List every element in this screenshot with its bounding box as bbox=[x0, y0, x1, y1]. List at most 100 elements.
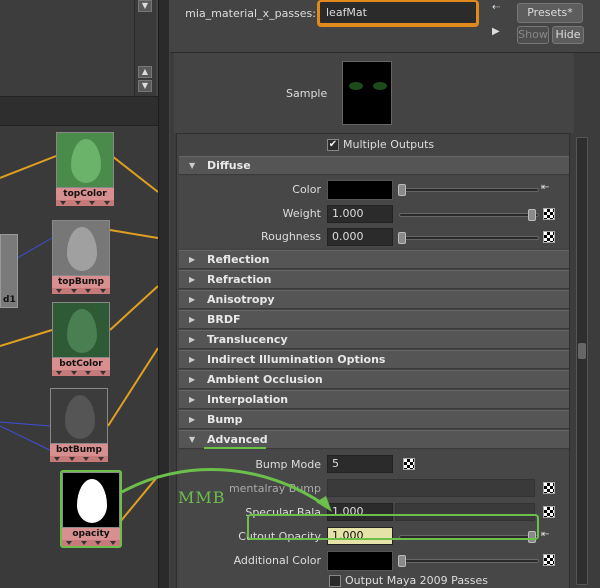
section-title: Reflection bbox=[207, 253, 270, 266]
cutout-opacity-label: Cutout Opacity bbox=[238, 530, 321, 543]
section-ambient-occlusion[interactable]: ▶ Ambient Occlusion bbox=[179, 370, 569, 389]
weight-field[interactable]: 1.000 bbox=[327, 205, 393, 223]
leaf-icon bbox=[77, 479, 107, 523]
weight-label: Weight bbox=[282, 207, 321, 220]
map-button-icon[interactable] bbox=[403, 458, 415, 470]
slider-handle[interactable] bbox=[528, 209, 536, 221]
specular-balance-field[interactable]: 1.000 bbox=[327, 503, 393, 521]
color-swatch[interactable] bbox=[327, 180, 393, 200]
color-slider[interactable] bbox=[398, 184, 539, 196]
map-button-icon[interactable] bbox=[543, 554, 555, 566]
expand-arrow-icon: ▶ bbox=[189, 315, 196, 324]
section-title: Bump bbox=[207, 413, 243, 426]
map-button-icon[interactable] bbox=[543, 506, 555, 518]
hypershade-graph[interactable]: ▼ ▲ ▼ d1 topColor topBump botColor botBu… bbox=[0, 0, 158, 588]
node-ports[interactable] bbox=[50, 456, 108, 462]
bump-mode-field[interactable]: 5 bbox=[327, 455, 393, 473]
slider-handle[interactable] bbox=[528, 531, 536, 543]
graph-divider bbox=[0, 96, 158, 126]
cutout-opacity-field[interactable]: 1.000 bbox=[327, 527, 393, 545]
section-interpolation[interactable]: ▶ Interpolation bbox=[179, 390, 569, 409]
sample-label: Sample bbox=[286, 87, 328, 100]
panel-splitter[interactable] bbox=[158, 0, 170, 588]
show-button[interactable]: Show bbox=[517, 26, 549, 44]
specular-balance-slot[interactable] bbox=[395, 503, 535, 521]
collapse-arrow-icon: ▼ bbox=[189, 435, 196, 444]
section-title: BRDF bbox=[207, 313, 241, 326]
expand-arrow-icon: ▶ bbox=[189, 395, 196, 404]
map-button-icon[interactable] bbox=[543, 208, 555, 220]
node-ports[interactable] bbox=[52, 288, 110, 294]
section-brdf[interactable]: ▶ BRDF bbox=[179, 310, 569, 329]
slider-handle[interactable] bbox=[398, 555, 406, 567]
node-ports[interactable] bbox=[52, 370, 110, 376]
graph-node-topcolor[interactable]: topColor bbox=[56, 132, 114, 206]
expand-arrow-icon: ▶ bbox=[189, 375, 196, 384]
section-title: Refraction bbox=[207, 273, 272, 286]
section-advanced[interactable]: ▼ Advanced bbox=[179, 430, 569, 449]
scrollbar-grip[interactable] bbox=[578, 343, 586, 359]
slider-handle[interactable] bbox=[398, 232, 406, 244]
multiple-outputs-row: ✔ Multiple Outputs bbox=[177, 134, 571, 156]
roughness-field[interactable]: 0.000 bbox=[327, 228, 393, 246]
attribute-editor: mia_material_x_passes: leafMat ⇠ ▶ Prese… bbox=[170, 0, 600, 588]
focus-icon[interactable]: ⇠ bbox=[492, 2, 504, 14]
additional-color-swatch[interactable] bbox=[327, 551, 393, 571]
attribute-sections: ✔ Multiple Outputs ▼ Diffuse Color ⇤ Wei… bbox=[176, 133, 570, 588]
section-translucency[interactable]: ▶ Translucency bbox=[179, 330, 569, 349]
graph-node-botbump[interactable]: botBump bbox=[50, 388, 108, 462]
node-label: botBump bbox=[50, 444, 108, 456]
mmb-annotation: MMB bbox=[178, 488, 226, 507]
multiple-outputs-checkbox[interactable]: ✔ bbox=[327, 139, 339, 151]
node-ports[interactable] bbox=[62, 540, 120, 546]
section-bump[interactable]: ▶ Bump bbox=[179, 410, 569, 429]
graph-node-botcolor[interactable]: botColor bbox=[52, 302, 110, 376]
node-thumbnail bbox=[52, 302, 110, 358]
graph-canvas[interactable]: d1 topColor topBump botColor botBump opa… bbox=[0, 126, 158, 588]
scroll-up-button[interactable]: ▲ bbox=[138, 66, 152, 78]
map-button-icon[interactable] bbox=[543, 482, 555, 494]
section-indirect-illumination[interactable]: ▶ Indirect Illumination Options bbox=[179, 350, 569, 369]
map-connect-icon[interactable]: ⇤ bbox=[541, 182, 555, 194]
section-diffuse[interactable]: ▼ Diffuse bbox=[179, 156, 569, 175]
graph-node-topbump[interactable]: topBump bbox=[52, 220, 110, 294]
slider-handle[interactable] bbox=[398, 184, 406, 196]
additional-color-slider[interactable] bbox=[398, 555, 539, 567]
node-ports[interactable] bbox=[56, 200, 114, 206]
weight-slider[interactable] bbox=[399, 209, 539, 221]
multiple-outputs-label: Multiple Outputs bbox=[343, 138, 435, 151]
section-refraction[interactable]: ▶ Refraction bbox=[179, 270, 569, 289]
bump-mode-label: Bump Mode bbox=[255, 458, 321, 471]
roughness-slider[interactable] bbox=[398, 232, 539, 244]
node-label: opacity bbox=[62, 528, 120, 540]
node-label: botColor bbox=[52, 358, 110, 370]
presets-button[interactable]: Presets* bbox=[517, 3, 583, 23]
section-reflection[interactable]: ▶ Reflection bbox=[179, 250, 569, 269]
section-title: Advanced bbox=[207, 433, 268, 446]
go-to-output-icon[interactable]: ▶ bbox=[492, 26, 504, 38]
map-button-icon[interactable] bbox=[543, 231, 555, 243]
scroll-down-button[interactable]: ▼ bbox=[138, 80, 152, 92]
node-name-field[interactable]: leafMat bbox=[318, 0, 478, 25]
scrollbar-track[interactable] bbox=[576, 137, 588, 585]
section-anisotropy[interactable]: ▶ Anisotropy bbox=[179, 290, 569, 309]
scroll-down-button[interactable]: ▼ bbox=[138, 0, 152, 12]
cutout-opacity-slider[interactable] bbox=[399, 531, 539, 543]
leaf-icon bbox=[71, 139, 101, 183]
map-connect-icon[interactable]: ⇤ bbox=[541, 529, 555, 541]
leaf-icon bbox=[67, 227, 97, 271]
ae-scroll-area[interactable]: Sample ✔ Multiple Outputs ▼ Diffuse Colo… bbox=[170, 52, 600, 588]
partial-node[interactable]: d1 bbox=[0, 234, 18, 308]
node-type-label: mia_material_x_passes: bbox=[185, 7, 316, 20]
node-thumbnail bbox=[56, 132, 114, 188]
mentalray-bump-field[interactable] bbox=[327, 479, 535, 497]
hide-button[interactable]: Hide bbox=[552, 26, 584, 44]
node-thumbnail bbox=[52, 220, 110, 276]
graph-top-scrollbar[interactable]: ▼ ▲ ▼ bbox=[134, 0, 156, 96]
node-thumbnail bbox=[62, 472, 120, 528]
output-maya-checkbox[interactable] bbox=[329, 575, 341, 587]
graph-node-opacity[interactable]: opacity bbox=[60, 470, 122, 548]
hypershade-window: ▼ ▲ ▼ d1 topColor topBump botColor botBu… bbox=[0, 0, 600, 588]
ae-scrollbar[interactable] bbox=[570, 133, 596, 588]
sample-swatch[interactable] bbox=[342, 61, 392, 125]
